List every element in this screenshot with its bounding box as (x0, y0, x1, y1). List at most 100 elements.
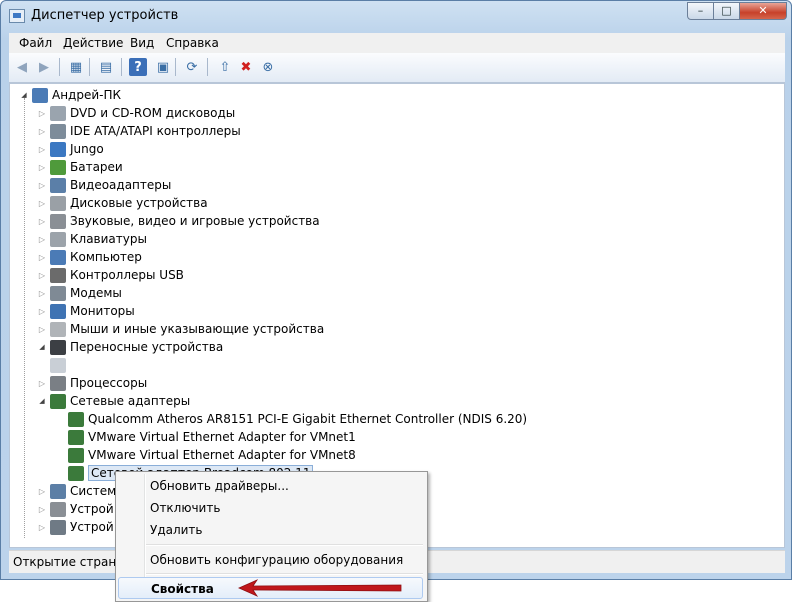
uninstall-icon[interactable]: ✖ (237, 58, 255, 76)
network-adapter-item[interactable]: VMware Virtual Ethernet Adapter for VMne… (10, 447, 710, 465)
menu-scan-hardware[interactable]: Обновить конфигурацию оборудования (118, 549, 423, 571)
usb-icon (50, 268, 66, 283)
menu-update-drivers-label: Обновить драйверы... (150, 479, 289, 493)
toolbar-separator (89, 58, 90, 76)
properties-icon[interactable]: ▤ (97, 58, 115, 76)
menu-disable[interactable]: Отключить (118, 497, 423, 519)
context-menu-separator (146, 544, 423, 546)
tree-category-item[interactable]: ◢ Переносные устройства (10, 339, 710, 357)
expand-arrow-icon[interactable]: ▷ (38, 163, 46, 172)
tree-category-item[interactable]: ▷ Процессоры (10, 375, 710, 393)
expand-arrow-icon[interactable]: ▷ (38, 235, 46, 244)
menu-bar: Файл Действие Вид Справка (9, 33, 785, 54)
expand-arrow-icon[interactable]: ▷ (38, 289, 46, 298)
disk-drive-icon (50, 196, 66, 211)
portable-device-icon (50, 340, 66, 355)
tree-category-item[interactable] (10, 357, 710, 375)
blurred-device-icon (50, 358, 66, 373)
menu-help[interactable]: Справка (166, 36, 219, 50)
tree-item-label: Сетевые адаптеры (70, 394, 191, 408)
tree-item-label: Переносные устройства (70, 340, 224, 354)
tree-category-item[interactable]: ▷ Jungo (10, 141, 710, 159)
toolbar-separator (59, 58, 60, 76)
keyboard-icon (50, 232, 66, 247)
network-adapter-icon (68, 412, 84, 427)
expand-arrow-icon[interactable]: ▷ (38, 145, 46, 154)
tree-item-label: Устрой (70, 502, 114, 516)
tree-category-item[interactable]: ▷ Модемы (10, 285, 710, 303)
minimize-button[interactable]: – (687, 2, 714, 20)
expand-arrow-icon[interactable]: ▷ (38, 307, 46, 316)
collapse-arrow-icon[interactable]: ◢ (38, 343, 46, 352)
tree-category-item[interactable]: ◢ Сетевые адаптеры (10, 393, 710, 411)
tree-category-item[interactable]: ▷ Мыши и иные указывающие устройства (10, 321, 710, 339)
expand-arrow-icon[interactable]: ▷ (38, 271, 46, 280)
network-adapter-icon (68, 448, 84, 463)
expand-arrow-icon[interactable]: ▷ (38, 109, 46, 118)
system-devices-icon (50, 484, 66, 499)
toolbar-separator (175, 58, 176, 76)
menu-update-drivers[interactable]: Обновить драйверы... (118, 475, 423, 497)
scan-hardware-icon[interactable]: ⟳ (183, 58, 201, 76)
menu-file[interactable]: Файл (19, 36, 52, 50)
title-bar[interactable]: Диспетчер устройств – □ ✕ (1, 1, 791, 31)
hid-icon (50, 502, 66, 517)
expand-arrow-icon[interactable]: ▷ (38, 523, 46, 532)
sound-icon (50, 214, 66, 229)
help-icon[interactable]: ? (129, 58, 147, 76)
back-icon[interactable]: ◀ (13, 58, 31, 76)
network-adapter-item[interactable]: VMware Virtual Ethernet Adapter for VMne… (10, 429, 710, 447)
expand-arrow-icon[interactable]: ▷ (38, 199, 46, 208)
battery-icon (50, 160, 66, 175)
computer-root-icon (32, 88, 48, 103)
expand-arrow-icon[interactable]: ▷ (38, 127, 46, 136)
tree-root-item[interactable]: ◢ Андрей-ПК (10, 87, 710, 105)
menu-action[interactable]: Действие (63, 36, 123, 50)
network-adapter-icon (50, 394, 66, 409)
tree-item-label: Мыши и иные указывающие устройства (70, 322, 325, 336)
expand-arrow-icon[interactable]: ▷ (38, 505, 46, 514)
expand-arrow-icon[interactable]: ▷ (38, 253, 46, 262)
tree-item-label: VMware Virtual Ethernet Adapter for VMne… (88, 448, 356, 462)
view-icon[interactable]: ▣ (154, 58, 172, 76)
tree-item-label: Систем (70, 484, 117, 498)
expand-arrow-icon[interactable]: ▷ (38, 181, 46, 190)
window-title: Диспетчер устройств (31, 8, 179, 23)
tree-category-item[interactable]: ▷ Клавиатуры (10, 231, 710, 249)
update-driver-icon[interactable]: ⇧ (216, 58, 234, 76)
tree-category-item[interactable]: ▷ IDE ATA/ATAPI контроллеры (10, 123, 710, 141)
tree-category-item[interactable]: ▷ Дисковые устройства (10, 195, 710, 213)
tree-item-label: Звуковые, видео и игровые устройства (70, 214, 320, 228)
tree-category-item[interactable]: ▷ Звуковые, видео и игровые устройства (10, 213, 710, 231)
computer-icon (50, 250, 66, 265)
tree-category-item[interactable]: ▷ DVD и CD-ROM дисководы (10, 105, 710, 123)
tree-category-item[interactable]: ▷ Контроллеры USB (10, 267, 710, 285)
display-adapter-icon (50, 178, 66, 193)
expand-arrow-icon[interactable]: ▷ (38, 217, 46, 226)
menu-uninstall[interactable]: Удалить (118, 519, 423, 541)
expand-arrow-icon[interactable]: ▷ (38, 379, 46, 388)
tree-item-label: VMware Virtual Ethernet Adapter for VMne… (88, 430, 356, 444)
expand-arrow-icon[interactable]: ▷ (38, 487, 46, 496)
show-hide-tree-icon[interactable]: ▦ (67, 58, 85, 76)
network-adapter-item[interactable]: Qualcomm Atheros AR8151 PCI-E Gigabit Et… (10, 411, 710, 429)
mouse-icon (50, 322, 66, 337)
forward-icon[interactable]: ▶ (35, 58, 53, 76)
maximize-button[interactable]: □ (714, 2, 740, 20)
collapse-arrow-icon[interactable]: ◢ (38, 397, 46, 406)
disable-icon[interactable]: ⊗ (259, 58, 277, 76)
tree-item-label: Процессоры (70, 376, 148, 390)
tree-category-item[interactable]: ▷ Видеоадаптеры (10, 177, 710, 195)
tree-category-item[interactable]: ▷ Компьютер (10, 249, 710, 267)
menu-view[interactable]: Вид (130, 36, 154, 50)
toolbar-separator (121, 58, 122, 76)
tree-item-label: Jungo (70, 142, 104, 156)
close-button[interactable]: ✕ (740, 2, 787, 20)
ide-controller-icon (50, 124, 66, 139)
tree-category-item[interactable]: ▷ Мониторы (10, 303, 710, 321)
expand-arrow-icon[interactable]: ▷ (38, 325, 46, 334)
tree-item-label: Контроллеры USB (70, 268, 184, 282)
toolbar-separator (207, 58, 208, 76)
menu-scan-hardware-label: Обновить конфигурацию оборудования (150, 553, 404, 567)
tree-category-item[interactable]: ▷ Батареи (10, 159, 710, 177)
